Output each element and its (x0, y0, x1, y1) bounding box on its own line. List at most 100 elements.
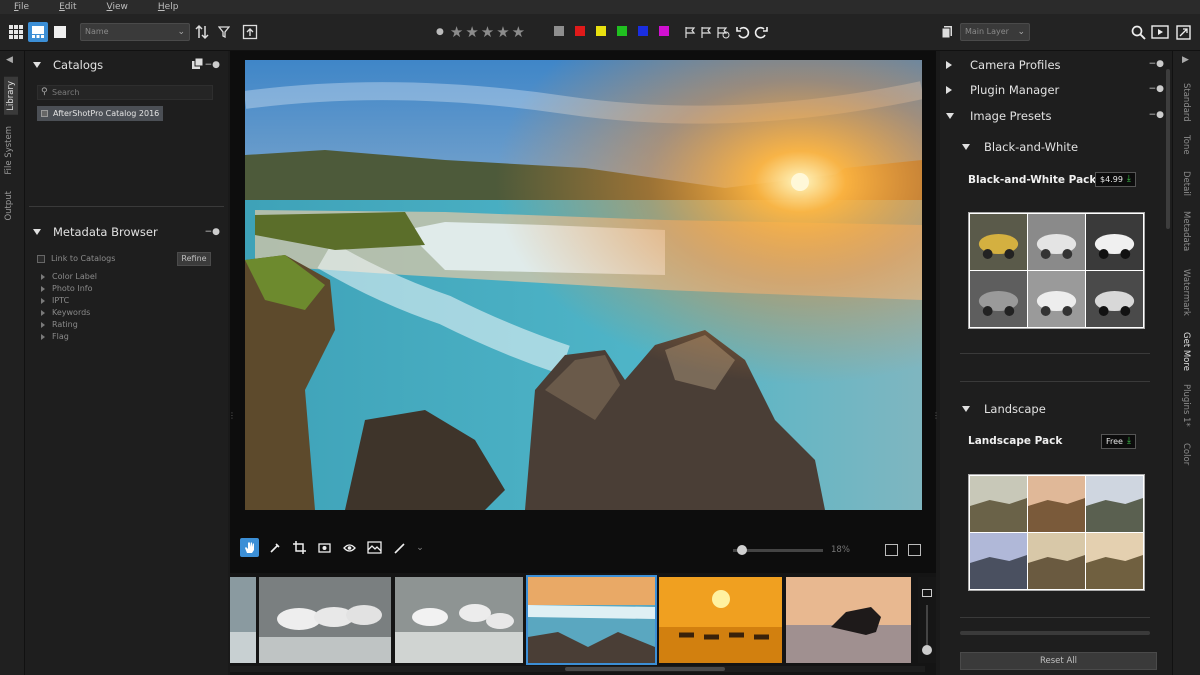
filmstrip-thumb[interactable] (259, 577, 391, 663)
search-icon[interactable] (1130, 21, 1146, 43)
price-badge[interactable]: $4.99 ⤓ (1095, 172, 1136, 187)
star-icon[interactable]: ★ (465, 25, 478, 40)
filter-icon[interactable] (216, 21, 232, 43)
menu-file[interactable]: File (14, 2, 29, 12)
metadata-row-rating[interactable]: Rating (41, 319, 97, 331)
fullscreen-icon[interactable] (1174, 21, 1192, 43)
metadata-row-photo-info[interactable]: Photo Info (41, 283, 97, 295)
menu-view[interactable]: View (107, 2, 128, 12)
rating-stars[interactable]: ● ★ ★ ★ ★ ★ (436, 25, 525, 40)
filmstrip-size-handle[interactable] (922, 645, 932, 655)
filmstrip-thumb[interactable] (230, 577, 256, 663)
main-photo[interactable] (245, 60, 922, 510)
flag-pick-icon[interactable] (684, 21, 696, 43)
pin-icon[interactable]: −● (205, 227, 220, 237)
layer-select[interactable]: Main Layer ⌄ (960, 23, 1030, 41)
star-icon[interactable]: ★ (481, 25, 494, 40)
image-presets-header[interactable]: Image Presets (946, 106, 1052, 126)
straighten-icon[interactable] (315, 538, 334, 557)
color-label-gray[interactable] (554, 26, 564, 36)
filmstrip-size-slider[interactable] (926, 605, 928, 645)
pin-icon[interactable]: −● (1149, 84, 1164, 94)
color-label-purple[interactable] (659, 26, 669, 36)
eyedropper-icon[interactable] (265, 538, 284, 557)
tab-detail[interactable]: Detail (1181, 171, 1191, 196)
metadata-row-iptc[interactable]: IPTC (41, 295, 97, 307)
star-icon[interactable]: ★ (496, 25, 509, 40)
single-view-icon[interactable] (50, 22, 70, 42)
link-to-catalogs-checkbox[interactable]: Link to Catalogs (37, 254, 115, 263)
filmstrip-thumb-selected[interactable] (526, 575, 657, 665)
tab-watermark[interactable]: Watermark (1181, 269, 1191, 316)
tab-plugins[interactable]: Plugins 1* (1181, 384, 1191, 427)
filmstrip-scroll-thumb[interactable] (565, 667, 725, 671)
metadata-row-color-label[interactable]: Color Label (41, 271, 97, 283)
export-icon[interactable] (240, 21, 260, 43)
copy-icon[interactable] (940, 21, 954, 43)
sort-select[interactable]: Name ⌄ (80, 23, 190, 41)
metadata-row-flag[interactable]: Flag (41, 331, 97, 343)
actual-size-icon[interactable] (908, 544, 921, 556)
left-resize-handle[interactable]: ⋮ (228, 411, 236, 420)
reset-all-button[interactable]: Reset All (960, 652, 1157, 670)
refine-button[interactable]: Refine (177, 252, 211, 266)
filmstrip-image-icon[interactable] (922, 589, 932, 597)
landscape-header[interactable]: Landscape (962, 399, 1046, 419)
catalogs-header[interactable]: Catalogs −● (25, 53, 228, 77)
color-label-blue[interactable] (638, 26, 648, 36)
color-label-red[interactable] (575, 26, 585, 36)
tab-get-more[interactable]: Get More (1181, 332, 1191, 371)
brush-icon[interactable] (390, 538, 409, 557)
menu-help[interactable]: Help (158, 2, 179, 12)
menu-edit[interactable]: Edit (59, 2, 76, 12)
chevron-down-icon[interactable]: ⌄ (415, 538, 425, 557)
crop-icon[interactable] (290, 538, 309, 557)
color-label-green[interactable] (617, 26, 627, 36)
sort-order-icon[interactable] (194, 21, 210, 43)
tab-tone[interactable]: Tone (1181, 135, 1191, 155)
black-and-white-header[interactable]: Black-and-White (962, 137, 1078, 157)
metadata-row-keywords[interactable]: Keywords (41, 307, 97, 319)
bw-preset-preview[interactable] (968, 212, 1145, 329)
grid-view-icon[interactable] (6, 22, 26, 42)
red-eye-icon[interactable] (340, 538, 359, 557)
camera-profiles-header[interactable]: Camera Profiles (946, 55, 1061, 75)
tab-output[interactable]: Output (4, 191, 14, 221)
catalog-search-input[interactable]: ⚲ Search (37, 85, 213, 100)
pin-icon[interactable]: −● (205, 60, 220, 70)
tab-color[interactable]: Color (1181, 443, 1191, 465)
fit-to-window-icon[interactable] (885, 544, 898, 556)
landscape-preset-preview[interactable] (968, 474, 1145, 591)
tab-standard[interactable]: Standard (1181, 83, 1191, 122)
tab-file-system[interactable]: File System (4, 126, 14, 175)
filmstrip-thumb[interactable] (786, 577, 911, 663)
right-panel-scrollbar[interactable] (1166, 69, 1170, 229)
metadata-browser-header[interactable]: Metadata Browser −● (25, 220, 228, 244)
star-icon[interactable]: ★ (512, 25, 525, 40)
region-tool-icon[interactable] (365, 538, 384, 557)
plugin-manager-header[interactable]: Plugin Manager (946, 80, 1059, 100)
zoom-slider-handle[interactable] (737, 545, 747, 555)
right-panel-hscrollbar[interactable] (960, 631, 1150, 635)
new-catalog-icon[interactable] (191, 57, 204, 73)
rotate-right-icon[interactable] (754, 21, 768, 43)
price-badge[interactable]: Free ⤓ (1101, 434, 1136, 449)
rotate-left-icon[interactable] (736, 21, 750, 43)
no-rating-dot-icon[interactable]: ● (436, 26, 444, 38)
right-resize-handle[interactable]: ⋮ (932, 411, 940, 420)
tab-library[interactable]: Library (4, 77, 18, 115)
hand-tool-icon[interactable] (240, 538, 259, 557)
split-view-icon[interactable] (28, 22, 48, 42)
flag-reject-icon[interactable] (700, 21, 712, 43)
flag-clear-icon[interactable] (716, 21, 730, 43)
color-label-yellow[interactable] (596, 26, 606, 36)
collapse-left-icon[interactable]: ◀ (6, 55, 13, 65)
pin-icon[interactable]: −● (1149, 110, 1164, 120)
collapse-right-icon[interactable]: ▶ (1182, 55, 1189, 65)
slideshow-icon[interactable] (1150, 21, 1170, 43)
catalog-item[interactable]: AfterShotPro Catalog 2016 (37, 106, 164, 121)
tab-metadata[interactable]: Metadata (1181, 211, 1191, 251)
star-icon[interactable]: ★ (450, 25, 463, 40)
pin-icon[interactable]: −● (1149, 59, 1164, 69)
filmstrip-thumb[interactable] (395, 577, 523, 663)
